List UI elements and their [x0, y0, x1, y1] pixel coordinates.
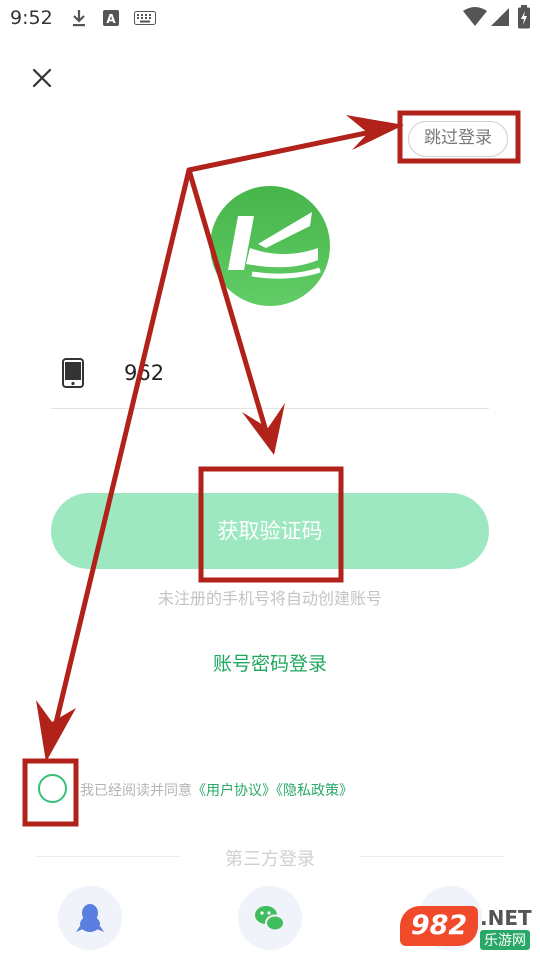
arrow-head-checkbox	[36, 700, 76, 762]
skip-highlight-box	[397, 110, 521, 164]
checkbox-highlight-box	[22, 758, 79, 827]
get-code-highlight-box	[198, 466, 344, 583]
watermark-number: 982	[400, 906, 478, 946]
watermark-suffix: .NET	[480, 906, 532, 930]
watermark-site: 乐游网	[480, 930, 530, 950]
arrow-head-get-code	[242, 403, 285, 455]
annotation-overlay	[22, 110, 521, 827]
arrow-head-skip	[346, 115, 404, 150]
site-watermark: 982 .NET 乐游网	[396, 888, 536, 956]
